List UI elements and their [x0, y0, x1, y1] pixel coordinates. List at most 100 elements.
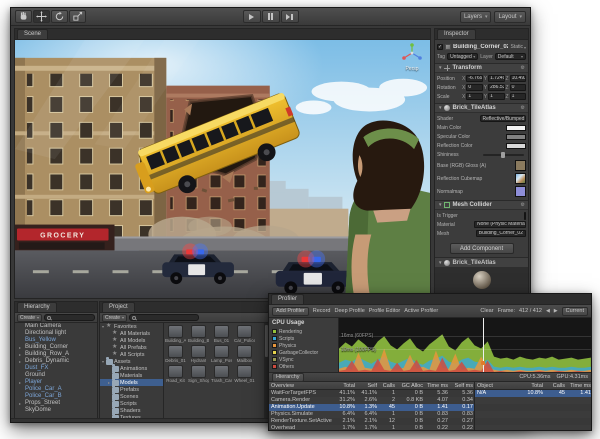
z-field[interactable]: 0 — [510, 84, 526, 91]
layer-dropdown[interactable]: Default — [495, 53, 526, 60]
asset-item[interactable]: Debris_01 — [165, 345, 186, 363]
active-checkbox[interactable] — [437, 44, 443, 50]
hierarchy-item[interactable]: SkyDome — [15, 407, 97, 414]
gameobject-name[interactable]: Building_Corner_02 — [453, 44, 508, 50]
y-field[interactable]: 1 — [488, 93, 504, 100]
tab-inspector[interactable]: Inspector — [437, 29, 476, 39]
color-swatch[interactable] — [506, 143, 526, 149]
next-frame-button[interactable]: ▶ — [554, 308, 558, 314]
z-field[interactable]: 1 — [510, 93, 526, 100]
asset-item[interactable]: Building_A — [165, 325, 186, 343]
expand-arrow-icon[interactable]: ▸ — [19, 351, 23, 358]
move-tool-button[interactable] — [33, 10, 50, 23]
project-tree-item[interactable]: Scenes — [100, 393, 163, 400]
scale-tool-button[interactable] — [69, 10, 86, 23]
persp-label[interactable]: Persp — [399, 66, 425, 72]
column-header[interactable]: Total — [333, 382, 357, 389]
project-tree-item[interactable]: All Scripts — [100, 351, 163, 358]
scene-orientation-gizmo[interactable]: Persp — [399, 43, 425, 72]
profiler-row[interactable]: Physics.Simulate 6.4% 6.4% 1 0 B 0.83 0.… — [269, 411, 474, 418]
hierarchy-item[interactable]: ▸ Building_Corner — [15, 344, 97, 351]
project-tree-item[interactable]: Materials — [100, 372, 163, 379]
x-field[interactable]: -6.7695 — [466, 75, 482, 82]
hierarchy-item[interactable]: Police_Car_A — [15, 386, 97, 393]
expand-arrow-icon[interactable]: ▸ — [19, 379, 23, 386]
y-field[interactable]: 1.7249 — [488, 75, 504, 82]
tab-hierarchy[interactable]: Hierarchy — [17, 302, 57, 312]
column-header[interactable]: Time ms — [425, 382, 450, 389]
asset-item[interactable]: Road_Kit — [165, 365, 186, 383]
x-field[interactable]: 1 — [466, 93, 482, 100]
profiler-row[interactable]: WaitForTargetFPS 41.1% 41.1% 1 0 B 5.36 … — [269, 390, 474, 397]
column-header[interactable]: Overview — [269, 382, 333, 389]
expand-arrow-icon[interactable]: ▸ — [19, 344, 23, 351]
legend-item[interactable]: Others — [272, 363, 335, 370]
search-input[interactable] — [129, 314, 199, 321]
legend-item[interactable]: GarbageCollector — [272, 349, 335, 356]
legend-item[interactable]: Physics — [272, 342, 335, 349]
project-tree-item[interactable]: All Prefabs — [100, 344, 163, 351]
asset-item[interactable]: Lamp_Post — [211, 345, 232, 363]
create-dropdown[interactable]: Create — [102, 314, 127, 322]
hierarchy-item[interactable]: Main Camera — [15, 323, 97, 330]
column-header[interactable]: Time ms — [567, 382, 591, 389]
hierarchy-item[interactable]: ▸ Props_Street — [15, 400, 97, 407]
foldout-icon[interactable] — [438, 202, 442, 208]
column-header[interactable]: Calls — [379, 382, 397, 389]
project-tree-item[interactable]: ▸ Models — [100, 379, 163, 386]
z-field[interactable]: 10.492 — [510, 75, 526, 82]
pause-button[interactable] — [262, 10, 280, 23]
asset-item[interactable]: Bus_01 — [211, 325, 232, 343]
y-field[interactable]: 286.53 — [488, 84, 504, 91]
create-dropdown[interactable]: Create — [17, 314, 42, 322]
hierarchy-item[interactable]: Dust_FX — [15, 365, 97, 372]
column-header[interactable]: Self ms — [450, 382, 475, 389]
current-frame-button[interactable]: Current — [562, 307, 588, 316]
legend-item[interactable]: VSync — [272, 356, 335, 363]
x-field[interactable]: 0 — [466, 84, 482, 91]
tab-project[interactable]: Project — [102, 302, 135, 312]
legend-item[interactable]: Scripts — [272, 335, 335, 342]
asset-item[interactable]: Trash_Can — [211, 365, 232, 383]
asset-item[interactable]: Mailbox — [234, 345, 255, 363]
hierarchy-item[interactable]: ▸ Building_Row_A — [15, 351, 97, 358]
project-tree-item[interactable]: Shaders — [100, 407, 163, 414]
is-trigger-checkbox[interactable] — [524, 212, 526, 220]
project-tree-item[interactable]: Animations — [100, 365, 163, 372]
expand-arrow-icon[interactable]: ▸ — [107, 380, 111, 385]
profile-editor-toggle[interactable]: Profile Editor — [369, 308, 401, 314]
clear-button[interactable]: Clear — [480, 308, 493, 314]
project-tree-item[interactable]: All Materials — [100, 330, 163, 337]
expand-arrow-icon[interactable]: ▸ — [19, 400, 23, 407]
add-profiler-dropdown[interactable]: Add Profiler — [272, 307, 309, 316]
add-component-button[interactable]: Add Component — [450, 243, 514, 254]
foldout-icon[interactable] — [438, 65, 442, 71]
profiler-row[interactable]: Animation.Update 10.8% 1.3% 45 0 B 1.41 … — [269, 404, 474, 411]
project-tree-item[interactable]: All Models — [100, 337, 163, 344]
hierarchy-item[interactable]: Police_Car_B — [15, 393, 97, 400]
mesh-collider-component-header[interactable]: Mesh Collider ⚙ — [435, 200, 528, 210]
active-profiler-dropdown[interactable]: Active Profiler — [404, 308, 438, 314]
legend-item[interactable]: Rendering — [272, 328, 335, 335]
material-preview-header[interactable]: Brick_TileAtlas — [435, 257, 528, 267]
column-header[interactable]: GC Alloc — [397, 382, 425, 389]
shininess-slider[interactable] — [483, 154, 525, 156]
profiler-row[interactable]: Camera.Render 31.2% 2.6% 2 0.8 KB 4.07 0… — [269, 397, 474, 404]
texture-thumbnail[interactable] — [515, 173, 526, 184]
shader-dropdown[interactable]: Reflective/Bumped Specular — [480, 115, 527, 122]
texture-thumbnail[interactable] — [515, 160, 526, 171]
tab-profiler[interactable]: Profiler — [271, 294, 304, 304]
layers-dropdown[interactable]: Layers — [460, 11, 492, 23]
column-header[interactable]: Object — [475, 382, 519, 389]
slider-knob[interactable] — [501, 152, 505, 158]
play-button[interactable] — [243, 10, 261, 23]
hand-tool-button[interactable] — [15, 10, 32, 23]
expand-arrow-icon[interactable]: ▾ — [101, 324, 105, 329]
static-dropdown[interactable]: Static — [510, 44, 526, 50]
expand-arrow-icon[interactable]: ▾ — [101, 359, 105, 364]
color-swatch[interactable] — [506, 125, 526, 131]
prev-frame-button[interactable]: ◀ — [546, 308, 550, 314]
color-swatch[interactable] — [506, 134, 526, 140]
cpu-usage-module[interactable]: CPU Usage Rendering Scripts P — [269, 318, 339, 372]
expand-arrow-icon[interactable]: ▸ — [19, 358, 23, 365]
